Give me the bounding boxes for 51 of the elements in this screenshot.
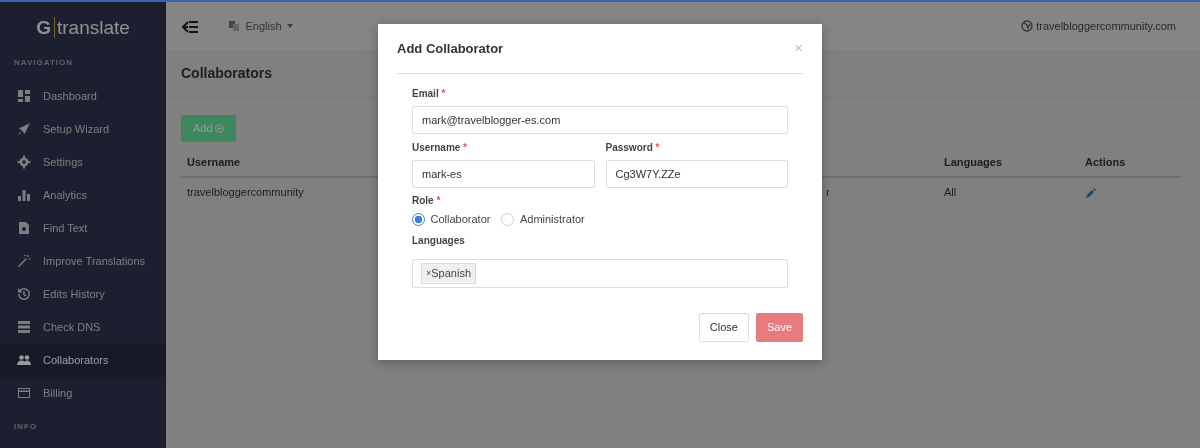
site-link[interactable]: travelbloggercommunity.com: [1021, 17, 1176, 35]
sidebar-item[interactable]: Edits History: [0, 277, 166, 311]
sidebar-item[interactable]: Settings: [0, 145, 166, 179]
document-icon: [17, 221, 31, 235]
gear-icon: [17, 155, 31, 169]
sidebar-item[interactable]: Find Text: [0, 211, 166, 245]
logo: G translate: [35, 16, 131, 40]
sidebar-item[interactable]: Analytics: [0, 178, 166, 212]
language-dropdown[interactable]: English: [228, 17, 294, 35]
history-icon: [17, 287, 31, 301]
table-cell: r: [826, 186, 830, 198]
required-mark: *: [441, 87, 446, 101]
caret-icon: [287, 24, 294, 28]
dashboard-icon: [17, 89, 31, 103]
radio-label: Collaborator: [430, 212, 491, 227]
languages-field[interactable]: ×Spanish: [412, 259, 788, 288]
globe-icon: [1021, 20, 1034, 32]
field-label: Languages: [412, 234, 465, 248]
username-field[interactable]: mark-es: [412, 159, 595, 188]
rocket-icon: [17, 122, 31, 136]
sidebar-item[interactable]: Improve Translations: [0, 244, 166, 278]
column-header: Actions: [1079, 147, 1181, 178]
radio-button[interactable]: [412, 212, 425, 226]
language-tag[interactable]: ×Spanish: [421, 263, 477, 284]
section-heading: INFO: [13, 420, 39, 433]
sidebar-item[interactable]: Dashboard: [0, 79, 166, 113]
save-button[interactable]: Save: [755, 313, 803, 342]
server-icon: [17, 320, 31, 334]
tag-label: Spanish: [431, 266, 472, 282]
users-icon: [17, 353, 31, 367]
required-mark: *: [436, 194, 441, 208]
radio-label: Administrator: [519, 212, 585, 227]
plus-circle-icon: [215, 123, 225, 133]
field-label: Role: [412, 194, 434, 208]
password-field[interactable]: Cg3W7Y.ZZe: [605, 159, 788, 188]
sidebar-item[interactable]: Billing: [0, 376, 166, 410]
section-heading: NAVIGATION: [13, 56, 75, 69]
table-cell: travelbloggercommunity: [187, 186, 304, 198]
column-header: Languages: [938, 147, 1079, 178]
credit-card-icon: [17, 386, 31, 400]
sidebar-item[interactable]: Collaborators: [0, 343, 166, 377]
email-field[interactable]: mark@travelblogger-es.com: [412, 106, 788, 134]
sidebar-item[interactable]: Setup Wizard: [0, 112, 166, 146]
table-cell-text: All: [943, 185, 958, 200]
close-button[interactable]: Close: [698, 313, 749, 342]
remove-tag-button[interactable]: ×: [426, 266, 432, 281]
sidebar-item[interactable]: Check DNS: [0, 310, 166, 344]
magic-wand-icon: [17, 254, 31, 268]
bar-chart-icon: [17, 188, 31, 202]
translate-icon: [228, 20, 240, 32]
field-label: Email: [412, 87, 439, 101]
